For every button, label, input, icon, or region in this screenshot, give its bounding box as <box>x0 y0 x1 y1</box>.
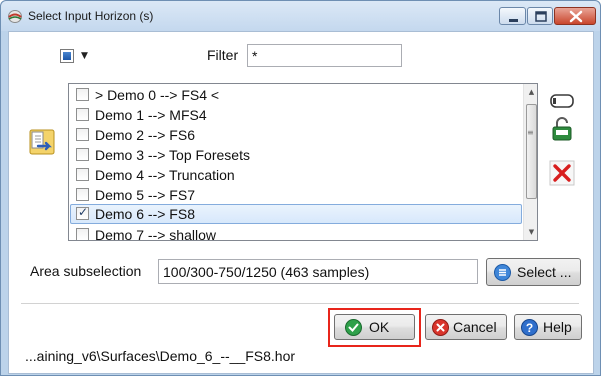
filter-input[interactable] <box>247 44 402 67</box>
maximize-button[interactable] <box>527 7 553 25</box>
area-subselection-label: Area subselection <box>30 263 142 279</box>
close-icon <box>569 10 583 23</box>
cancel-button[interactable]: Cancel <box>425 314 507 340</box>
ok-button[interactable]: OK <box>334 314 415 340</box>
import-horizon-icon[interactable] <box>29 129 55 155</box>
scroll-thumb[interactable] <box>526 104 537 199</box>
grip-icon: ≡ <box>527 128 534 137</box>
item-checkbox[interactable] <box>76 128 89 141</box>
title-bar[interactable]: Select Input Horizon (s) <box>1 1 600 31</box>
list-item[interactable]: Demo 3 --> Top Foresets <box>70 145 522 165</box>
scroll-down-icon[interactable]: ▼ <box>524 224 537 240</box>
divider <box>21 303 579 304</box>
item-checkbox[interactable] <box>76 188 89 201</box>
app-icon <box>8 10 22 23</box>
item-label: Demo 4 --> Truncation <box>95 167 235 183</box>
item-label: Demo 1 --> MFS4 <box>95 107 207 123</box>
select-all-dropdown-icon[interactable]: ▼ <box>81 51 88 61</box>
dialog-window: Select Input Horizon (s) ▼ Filter > Demo… <box>0 0 601 376</box>
svg-text:?: ? <box>526 321 533 335</box>
horizon-list[interactable]: > Demo 0 --> FS4 < Demo 1 --> MFS4 Demo … <box>68 83 538 241</box>
item-label: Demo 7 --> shallow <box>95 227 216 241</box>
list-item[interactable]: Demo 7 --> shallow <box>70 225 522 241</box>
maximize-icon <box>535 11 547 22</box>
item-checkbox[interactable] <box>76 148 89 161</box>
item-label: Demo 3 --> Top Foresets <box>95 147 250 163</box>
display-icon[interactable] <box>549 88 575 114</box>
item-checkbox[interactable] <box>76 168 89 181</box>
select-list-icon <box>494 264 511 281</box>
list-item[interactable]: Demo 4 --> Truncation <box>70 165 522 185</box>
cancel-label: Cancel <box>453 319 497 335</box>
window-title: Select Input Horizon (s) <box>28 9 154 23</box>
minimize-button[interactable] <box>499 7 526 25</box>
delete-x-icon[interactable] <box>549 160 575 186</box>
help-button[interactable]: ? Help <box>514 314 582 340</box>
ok-check-icon <box>345 319 362 336</box>
minimize-icon <box>509 19 518 22</box>
close-button[interactable] <box>554 7 596 25</box>
item-label: Demo 6 --> FS8 <box>95 206 195 222</box>
filter-label: Filter <box>207 47 239 63</box>
list-scrollbar[interactable]: ▲ ≡ ▼ <box>523 84 537 240</box>
item-label: Demo 5 --> FS7 <box>95 187 195 203</box>
select-all-checkbox[interactable] <box>60 49 74 63</box>
select-area-button[interactable]: Select ... <box>486 258 581 286</box>
select-button-label: Select ... <box>517 264 572 280</box>
scroll-up-icon[interactable]: ▲ <box>524 84 537 100</box>
lock-save-icon[interactable] <box>549 116 575 142</box>
list-item-selected[interactable]: Demo 6 --> FS8 <box>70 204 522 224</box>
list-item[interactable]: Demo 5 --> FS7 <box>70 185 522 205</box>
item-checkbox[interactable] <box>76 108 89 121</box>
cancel-x-icon <box>432 319 449 336</box>
help-question-icon: ? <box>521 319 538 336</box>
item-checkbox[interactable] <box>76 228 89 240</box>
list-item[interactable]: > Demo 0 --> FS4 < <box>70 85 522 105</box>
help-label: Help <box>543 319 572 335</box>
list-item[interactable]: Demo 2 --> FS6 <box>70 125 522 145</box>
list-item[interactable]: Demo 1 --> MFS4 <box>70 105 522 125</box>
area-subselection-field[interactable] <box>158 259 478 284</box>
item-label: Demo 2 --> FS6 <box>95 127 195 143</box>
item-checkbox-checked[interactable] <box>76 205 89 220</box>
item-checkbox[interactable] <box>76 88 89 101</box>
ok-label: OK <box>369 319 390 335</box>
selected-file-path: ...aining_v6\Surfaces\Demo_6_--__FS8.hor <box>25 348 296 364</box>
item-label: > Demo 0 --> FS4 < <box>95 87 220 103</box>
